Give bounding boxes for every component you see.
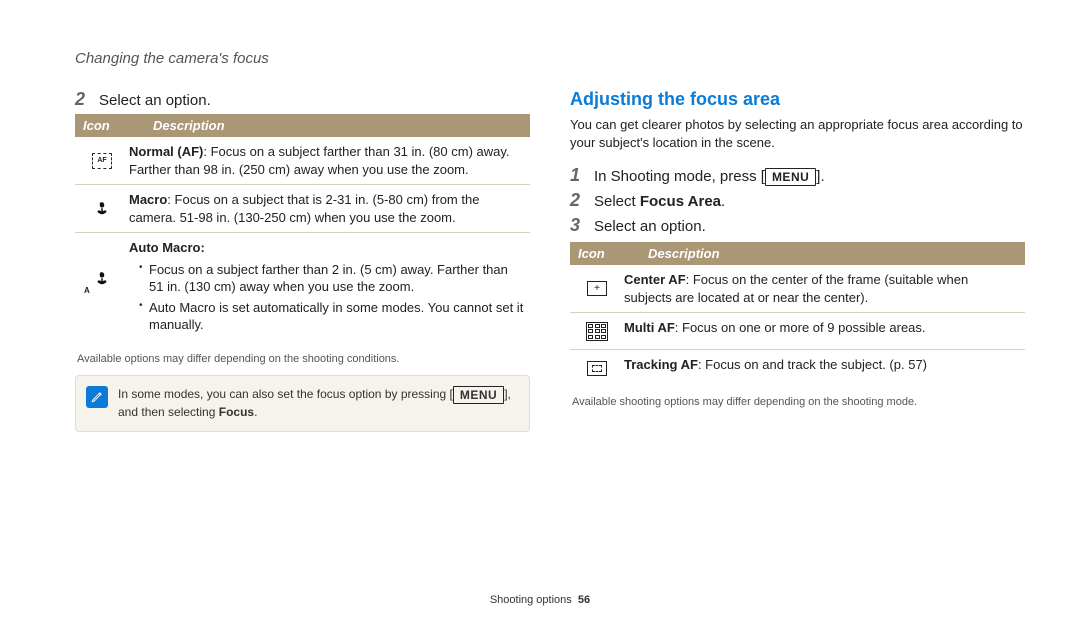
- list-item: Focus on a subject farther than 2 in. (5…: [141, 261, 524, 296]
- table-row: Normal (AF): Focus on a subject farther …: [75, 137, 530, 185]
- right-footnote: Available shooting options may differ de…: [572, 396, 1025, 408]
- right-step-3: 3 Select an option.: [570, 215, 1025, 236]
- th-description: Description: [145, 114, 530, 137]
- table-row: A Auto Macro: Focus on a subject farther…: [75, 233, 530, 343]
- note-before: In some modes, you can also set the focu…: [118, 387, 453, 401]
- left-column: 2 Select an option. Icon Description Nor…: [75, 89, 530, 432]
- step1-after: ].: [816, 168, 824, 185]
- left-footnote: Available options may differ depending o…: [77, 353, 530, 365]
- page-footer: Shooting options 56: [0, 594, 1080, 606]
- cell-icon: [570, 271, 624, 306]
- list-item: Auto Macro is set automatically in some …: [141, 299, 524, 334]
- page: Changing the camera's focus 2 Select an …: [0, 0, 1080, 630]
- step-number: 2: [75, 89, 89, 110]
- menu-button-label: MENU: [765, 168, 816, 186]
- row-text: : Focus on one or more of 9 possible are…: [675, 320, 926, 335]
- row-title: Macro: [129, 192, 167, 207]
- cell-desc: Tracking AF: Focus on and track the subj…: [624, 356, 1025, 380]
- cell-icon: [570, 319, 624, 343]
- cell-icon: [75, 191, 129, 226]
- step2-after: .: [721, 193, 725, 210]
- cell-icon: [75, 143, 129, 178]
- step2-before: Select: [594, 193, 640, 210]
- step-number: 3: [570, 215, 584, 236]
- row-text: : Focus on a subject that is 2-31 in. (5…: [129, 192, 479, 225]
- normal-af-icon: [87, 149, 117, 173]
- cell-icon: [570, 356, 624, 380]
- section-intro: You can get clearer photos by selecting …: [570, 116, 1025, 151]
- note-end: .: [254, 405, 257, 419]
- row-title: Auto Macro:: [129, 239, 524, 257]
- right-step-1: 1 In Shooting mode, press [MENU].: [570, 165, 1025, 186]
- footer-page-number: 56: [578, 594, 590, 606]
- macro-icon: [87, 197, 117, 221]
- cell-icon: A: [75, 239, 129, 337]
- th-icon: Icon: [75, 114, 145, 137]
- right-column: Adjusting the focus area You can get cle…: [570, 89, 1025, 432]
- left-step-2: 2 Select an option.: [75, 89, 530, 110]
- section-heading: Adjusting the focus area: [570, 89, 1025, 110]
- note-box: In some modes, you can also set the focu…: [75, 375, 530, 432]
- menu-button-label: MENU: [453, 386, 504, 404]
- step1-before: In Shooting mode, press [: [594, 168, 765, 185]
- right-table: Icon Description Center AF: Focus on the…: [570, 242, 1025, 386]
- auto-macro-icon: A: [87, 267, 117, 291]
- step-text: In Shooting mode, press [MENU].: [594, 168, 825, 186]
- page-title: Changing the camera's focus: [75, 50, 1025, 67]
- footer-section: Shooting options: [490, 594, 572, 606]
- table-header: Icon Description: [75, 114, 530, 137]
- columns: 2 Select an option. Icon Description Nor…: [75, 89, 1025, 432]
- row-title: Center AF: [624, 272, 686, 287]
- cell-desc: Macro: Focus on a subject that is 2-31 i…: [129, 191, 530, 226]
- note-icon: [86, 386, 108, 408]
- table-row: Center AF: Focus on the center of the fr…: [570, 265, 1025, 313]
- center-af-icon: [582, 277, 612, 301]
- cell-desc: Multi AF: Focus on one or more of 9 poss…: [624, 319, 1025, 343]
- left-table: Icon Description Normal (AF): Focus on a…: [75, 114, 530, 343]
- row-title: Multi AF: [624, 320, 675, 335]
- table-row: Tracking AF: Focus on and track the subj…: [570, 350, 1025, 386]
- right-step-2: 2 Select Focus Area.: [570, 190, 1025, 211]
- tracking-af-icon: [582, 356, 612, 380]
- row-title: Normal (AF): [129, 144, 203, 159]
- step-text: Select an option.: [594, 218, 706, 235]
- table-row: Multi AF: Focus on one or more of 9 poss…: [570, 313, 1025, 350]
- step-number: 2: [570, 190, 584, 211]
- th-description: Description: [640, 242, 1025, 265]
- step-number: 1: [570, 165, 584, 186]
- step-text: Select Focus Area.: [594, 193, 725, 210]
- table-row: Macro: Focus on a subject that is 2-31 i…: [75, 185, 530, 233]
- note-text: In some modes, you can also set the focu…: [118, 386, 519, 421]
- row-text: : Focus on and track the subject. (p. 57…: [698, 357, 927, 372]
- cell-desc: Normal (AF): Focus on a subject farther …: [129, 143, 530, 178]
- step2-bold: Focus Area: [640, 193, 721, 210]
- cell-desc: Center AF: Focus on the center of the fr…: [624, 271, 1025, 306]
- note-bold: Focus: [219, 405, 254, 419]
- cell-desc: Auto Macro: Focus on a subject farther t…: [129, 239, 530, 337]
- auto-macro-list: Focus on a subject farther than 2 in. (5…: [129, 261, 524, 334]
- th-icon: Icon: [570, 242, 640, 265]
- step-text: Select an option.: [99, 92, 211, 109]
- multi-af-icon: [582, 319, 612, 343]
- table-header: Icon Description: [570, 242, 1025, 265]
- row-title: Tracking AF: [624, 357, 698, 372]
